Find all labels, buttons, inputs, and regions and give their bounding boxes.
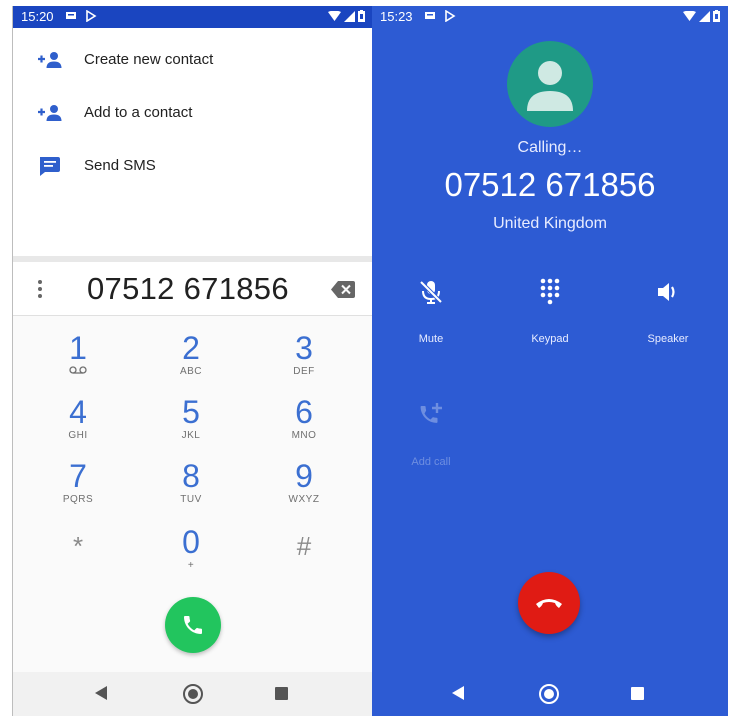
status-icons — [328, 10, 365, 22]
key-letters: WXYZ — [288, 494, 320, 505]
call-button[interactable] — [165, 597, 221, 653]
key-digit: 4 — [69, 394, 87, 430]
voicemail-icon — [69, 366, 87, 374]
key-letters: DEF — [293, 366, 315, 377]
create-new-contact-item[interactable]: Create new contact — [13, 36, 372, 84]
key-digit: 6 — [295, 394, 313, 430]
key-letters: JKL — [181, 430, 201, 441]
navigation-bar — [372, 672, 728, 716]
dialed-digits-field[interactable]: 07512 671856 — [87, 271, 289, 307]
speaker-icon — [658, 283, 675, 301]
screenshot-frame: 15:20 Create new contact Add to a contac… — [0, 0, 734, 717]
action-label: Add call — [411, 456, 451, 468]
backspace-icon[interactable] — [331, 281, 355, 298]
menu-item-label: Add to a contact — [84, 104, 193, 121]
wifi-icon — [683, 10, 696, 21]
call-status-text: Calling… — [517, 139, 583, 156]
status-icons — [683, 10, 720, 22]
signal-icon — [344, 10, 355, 22]
key-letters: GHI — [68, 430, 88, 441]
add-to-contact-item[interactable]: Add to a contact — [13, 89, 372, 137]
add-call-icon — [420, 403, 442, 423]
contact-avatar — [507, 41, 593, 127]
notification-icon — [425, 12, 435, 19]
key-symbol: * — [72, 531, 84, 561]
key-6[interactable]: 6 MNO — [259, 395, 349, 455]
mic-off-icon — [419, 280, 443, 304]
end-call-icon — [536, 599, 562, 608]
signal-icon — [699, 10, 710, 22]
mute-button[interactable]: Mute — [381, 278, 481, 358]
status-bar: 15:20 — [13, 6, 372, 28]
key-digit: 2 — [182, 330, 200, 366]
home-icon[interactable] — [183, 684, 203, 704]
play-store-icon — [445, 10, 456, 22]
keypad-button[interactable]: Keypad — [500, 278, 600, 358]
dialer-suggestions-menu: Create new contact Add to a contact Send… — [13, 28, 372, 256]
action-label: Mute — [418, 333, 444, 345]
key-2[interactable]: 2 ABC — [146, 331, 236, 391]
dialpad-icon — [540, 278, 560, 305]
message-icon — [40, 157, 60, 176]
key-5[interactable]: 5 JKL — [146, 395, 236, 455]
key-digit: 7 — [69, 458, 87, 494]
key-letters: ABC — [179, 366, 203, 377]
key-symbol: # — [296, 531, 312, 561]
status-bar: 15:23 — [372, 6, 728, 28]
notification-icon — [66, 12, 76, 19]
end-call-button[interactable] — [518, 572, 580, 634]
overflow-menu-icon[interactable] — [37, 278, 43, 300]
action-label: Keypad — [531, 333, 569, 345]
calling-country: United Kingdom — [493, 215, 607, 232]
key-digit: 0 — [182, 524, 200, 560]
menu-item-label: Create new contact — [84, 51, 214, 68]
key-8[interactable]: 8 TUV — [146, 459, 236, 519]
home-icon[interactable] — [539, 684, 559, 704]
key-4[interactable]: 4 GHI — [33, 395, 123, 455]
key-digit: 9 — [295, 458, 313, 494]
key-letters: MNO — [291, 430, 317, 441]
add-person-icon — [38, 105, 62, 121]
navigation-bar — [13, 672, 372, 716]
key-0[interactable]: 0 + — [146, 525, 236, 585]
in-call-screen: 15:23 Calling… 07512 671856 United Kingd… — [372, 6, 728, 716]
action-label: Speaker — [647, 333, 689, 345]
add-person-icon — [38, 52, 62, 68]
wifi-icon — [328, 10, 341, 21]
key-letters: + — [187, 560, 195, 571]
dialer-screen: 15:20 Create new contact Add to a contac… — [12, 6, 372, 716]
key-star[interactable]: * — [33, 529, 123, 589]
status-time: 15:20 — [21, 9, 54, 24]
battery-icon — [713, 10, 720, 22]
battery-icon — [358, 10, 365, 22]
person-icon — [527, 61, 573, 111]
key-digit: 3 — [295, 330, 313, 366]
back-icon[interactable] — [95, 686, 107, 700]
key-hash[interactable]: # — [259, 529, 349, 589]
calling-number: 07512 671856 — [444, 166, 656, 203]
key-digit: 1 — [69, 330, 87, 366]
phone-icon — [184, 616, 202, 634]
key-9[interactable]: 9 WXYZ — [259, 459, 349, 519]
send-sms-item[interactable]: Send SMS — [13, 142, 372, 190]
add-call-button[interactable]: Add call — [381, 401, 481, 481]
key-letters: TUV — [180, 494, 202, 505]
key-letters: PQRS — [62, 494, 94, 505]
recents-icon[interactable] — [631, 687, 644, 700]
status-time: 15:23 — [380, 9, 413, 24]
dialed-digits-bar: 07512 671856 — [13, 262, 372, 316]
recents-icon[interactable] — [275, 687, 288, 700]
key-digit: 8 — [182, 458, 200, 494]
back-icon[interactable] — [452, 686, 464, 700]
menu-item-label: Send SMS — [84, 157, 156, 174]
key-3[interactable]: 3 DEF — [259, 331, 349, 391]
play-store-icon — [86, 10, 97, 22]
key-1[interactable]: 1 — [33, 331, 123, 391]
speaker-button[interactable]: Speaker — [618, 278, 718, 358]
key-digit: 5 — [182, 394, 200, 430]
key-7[interactable]: 7 PQRS — [33, 459, 123, 519]
